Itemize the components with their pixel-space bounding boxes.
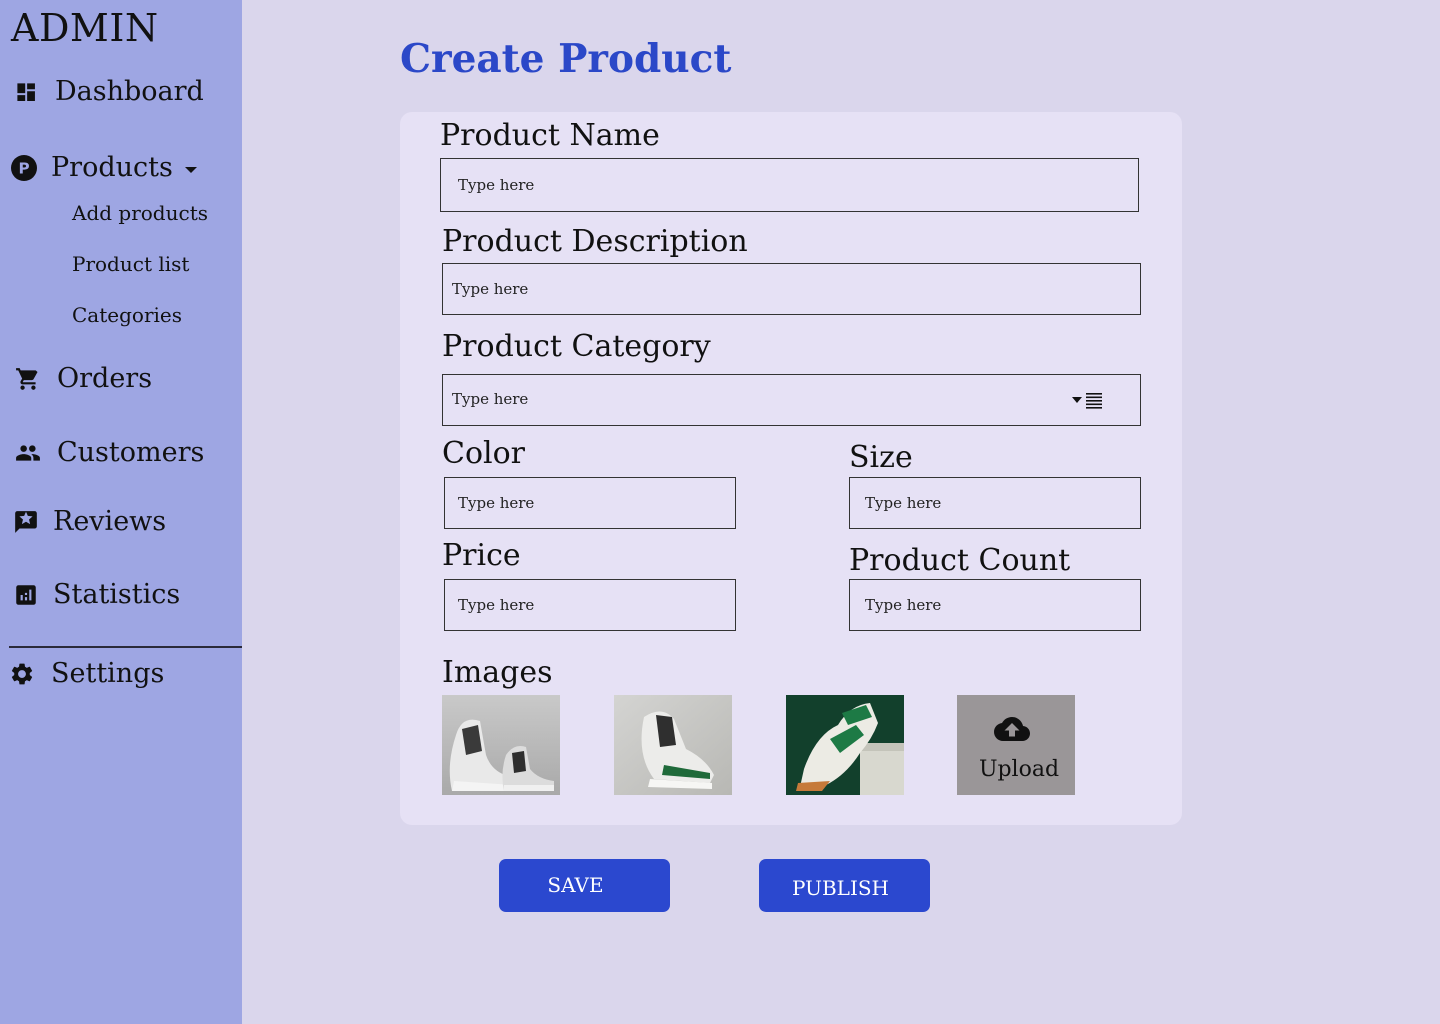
sidebar-item-product-list[interactable]: Product list — [72, 252, 189, 276]
cloud-upload-icon — [994, 717, 1030, 741]
nav-statistics[interactable]: Statistics — [13, 579, 180, 610]
nav-customers[interactable]: Customers — [15, 437, 204, 468]
gear-icon — [9, 661, 35, 687]
product-name-label: Product Name — [440, 118, 660, 153]
size-label: Size — [849, 440, 913, 475]
nav-orders[interactable]: Orders — [15, 363, 152, 394]
page-title: Create Product — [400, 36, 732, 82]
review-star-icon — [13, 509, 39, 535]
product-description-input[interactable] — [442, 263, 1141, 315]
create-product-form: Product Name Product Description Product… — [400, 112, 1182, 825]
product-image-3[interactable] — [786, 695, 904, 795]
dropdown-arrow-icon — [1072, 397, 1082, 403]
product-description-label: Product Description — [442, 224, 748, 259]
upload-label: Upload — [978, 757, 1060, 782]
brand-title: ADMIN — [11, 6, 159, 50]
nav-products-label: Products — [51, 152, 173, 183]
sidebar-item-categories[interactable]: Categories — [72, 303, 182, 327]
color-label: Color — [442, 436, 526, 471]
chevron-down-icon — [184, 166, 197, 173]
nav-reviews[interactable]: Reviews — [13, 506, 166, 537]
price-label: Price — [442, 538, 521, 573]
price-input[interactable] — [444, 579, 736, 631]
product-category-placeholder: Type here — [452, 390, 529, 408]
sidebar-divider — [9, 646, 242, 648]
list-icon — [1086, 393, 1102, 409]
products-p-icon: P — [11, 154, 37, 181]
cart-icon — [15, 366, 41, 392]
product-category-select[interactable]: Type here — [442, 374, 1141, 426]
upload-button[interactable]: Upload — [957, 695, 1075, 795]
publish-button[interactable]: PUBLISH — [759, 859, 930, 912]
people-icon — [15, 440, 41, 466]
dashboard-icon — [13, 79, 39, 105]
product-image-1[interactable] — [442, 695, 560, 795]
nav-reviews-label: Reviews — [53, 506, 167, 537]
svg-text:P: P — [18, 159, 29, 177]
product-count-label: Product Count — [849, 543, 1071, 578]
product-image-2[interactable] — [614, 695, 732, 795]
product-category-label: Product Category — [442, 329, 711, 364]
product-count-input[interactable] — [849, 579, 1141, 631]
images-label: Images — [442, 655, 553, 690]
sidebar: ADMIN Dashboard P Products Add products … — [0, 0, 242, 1024]
sidebar-item-add-products[interactable]: Add products — [72, 201, 208, 225]
nav-statistics-label: Statistics — [53, 579, 181, 610]
nav-dashboard-label: Dashboard — [55, 76, 204, 107]
statistics-icon — [13, 582, 39, 608]
product-name-input[interactable] — [440, 158, 1139, 212]
nav-settings[interactable]: Settings — [9, 658, 164, 689]
nav-dashboard[interactable]: Dashboard — [13, 76, 204, 107]
nav-settings-label: Settings — [51, 658, 165, 689]
save-button[interactable]: SAVE — [499, 859, 670, 912]
size-input[interactable] — [849, 477, 1141, 529]
color-input[interactable] — [444, 477, 736, 529]
nav-orders-label: Orders — [57, 363, 153, 394]
nav-customers-label: Customers — [57, 437, 205, 468]
nav-products[interactable]: P Products — [11, 152, 197, 183]
